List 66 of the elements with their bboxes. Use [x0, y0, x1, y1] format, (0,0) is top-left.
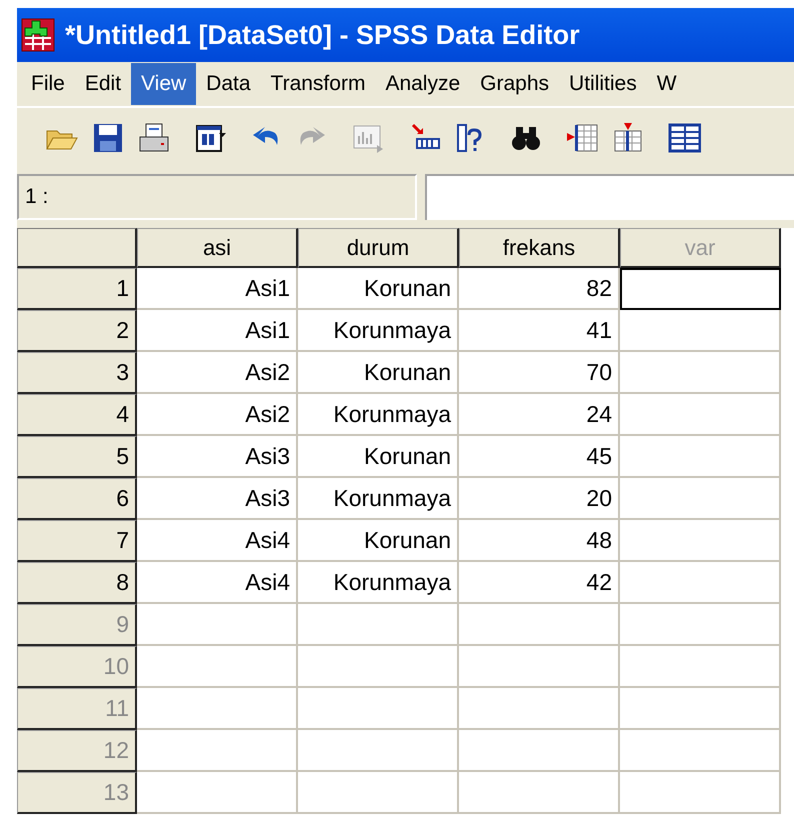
menu-item[interactable]: File	[21, 63, 75, 105]
row-number[interactable]: 5	[17, 436, 137, 478]
table-cell[interactable]: Asi3	[137, 436, 298, 478]
table-cell[interactable]: 24	[459, 394, 620, 436]
table-cell[interactable]	[298, 772, 459, 814]
table-cell[interactable]: 48	[459, 520, 620, 562]
table-cell[interactable]: Asi4	[137, 520, 298, 562]
table-cell[interactable]: 41	[459, 310, 620, 352]
table-cell[interactable]: Asi3	[137, 478, 298, 520]
menu-item[interactable]: Data	[196, 63, 261, 105]
table-cell[interactable]	[459, 688, 620, 730]
table-cell[interactable]: 20	[459, 478, 620, 520]
cell-reference: 1 :	[17, 174, 417, 220]
table-cell[interactable]: Asi2	[137, 394, 298, 436]
table-cell[interactable]: 82	[459, 268, 620, 310]
app-icon	[21, 18, 55, 52]
table-cell[interactable]	[137, 730, 298, 772]
table-cell[interactable]	[459, 730, 620, 772]
table-cell[interactable]	[459, 604, 620, 646]
table-cell[interactable]: Korunan	[298, 268, 459, 310]
window-title: *Untitled1 [DataSet0] - SPSS Data Editor	[65, 18, 580, 52]
menu-item[interactable]: Edit	[74, 63, 132, 105]
table-cell[interactable]: Korunmaya	[298, 394, 459, 436]
table-cell[interactable]: Korunmaya	[298, 562, 459, 604]
table-cell[interactable]	[298, 688, 459, 730]
table-cell[interactable]: 70	[459, 352, 620, 394]
row-number[interactable]: 8	[17, 562, 137, 604]
menu-item[interactable]: View	[131, 63, 196, 105]
save-icon[interactable]	[91, 121, 125, 155]
table-cell[interactable]	[137, 646, 298, 688]
table-cell[interactable]	[137, 772, 298, 814]
table-cell[interactable]: Asi1	[137, 268, 298, 310]
menu-item[interactable]: Transform	[260, 63, 376, 105]
table-cell[interactable]: 42	[459, 562, 620, 604]
table-cell[interactable]: Korunan	[298, 436, 459, 478]
table-cell[interactable]	[459, 772, 620, 814]
empty-cell[interactable]	[620, 268, 781, 310]
row-number[interactable]: 2	[17, 310, 137, 352]
column-header[interactable]: durum	[298, 228, 459, 268]
column-header[interactable]: frekans	[459, 228, 620, 268]
table-cell[interactable]: Korunmaya	[298, 478, 459, 520]
row-number[interactable]: 4	[17, 394, 137, 436]
menu-item[interactable]: Analyze	[375, 63, 470, 105]
split-file-icon[interactable]	[667, 121, 701, 155]
column-header[interactable]: asi	[137, 228, 298, 268]
table-cell[interactable]: Asi1	[137, 310, 298, 352]
table-cell[interactable]: Asi2	[137, 352, 298, 394]
table-cell[interactable]	[298, 604, 459, 646]
table-cell[interactable]	[298, 730, 459, 772]
table-cell[interactable]: Korunan	[298, 352, 459, 394]
row-number[interactable]: 3	[17, 352, 137, 394]
table-cell[interactable]	[459, 646, 620, 688]
row-number[interactable]: 7	[17, 520, 137, 562]
table-cell[interactable]	[298, 646, 459, 688]
row-number[interactable]: 1	[17, 268, 137, 310]
menu-item[interactable]: Graphs	[470, 63, 560, 105]
table-cell[interactable]: Korunmaya	[298, 310, 459, 352]
menu-item[interactable]: W	[646, 63, 687, 105]
table-cell[interactable]: 45	[459, 436, 620, 478]
table-cell[interactable]	[137, 688, 298, 730]
table-cell[interactable]: Korunan	[298, 520, 459, 562]
cell-value-field[interactable]	[425, 174, 794, 220]
row-number[interactable]: 6	[17, 478, 137, 520]
table-cell[interactable]	[137, 604, 298, 646]
table-cell[interactable]: Asi4	[137, 562, 298, 604]
menu-item[interactable]: Utilities	[559, 63, 647, 105]
